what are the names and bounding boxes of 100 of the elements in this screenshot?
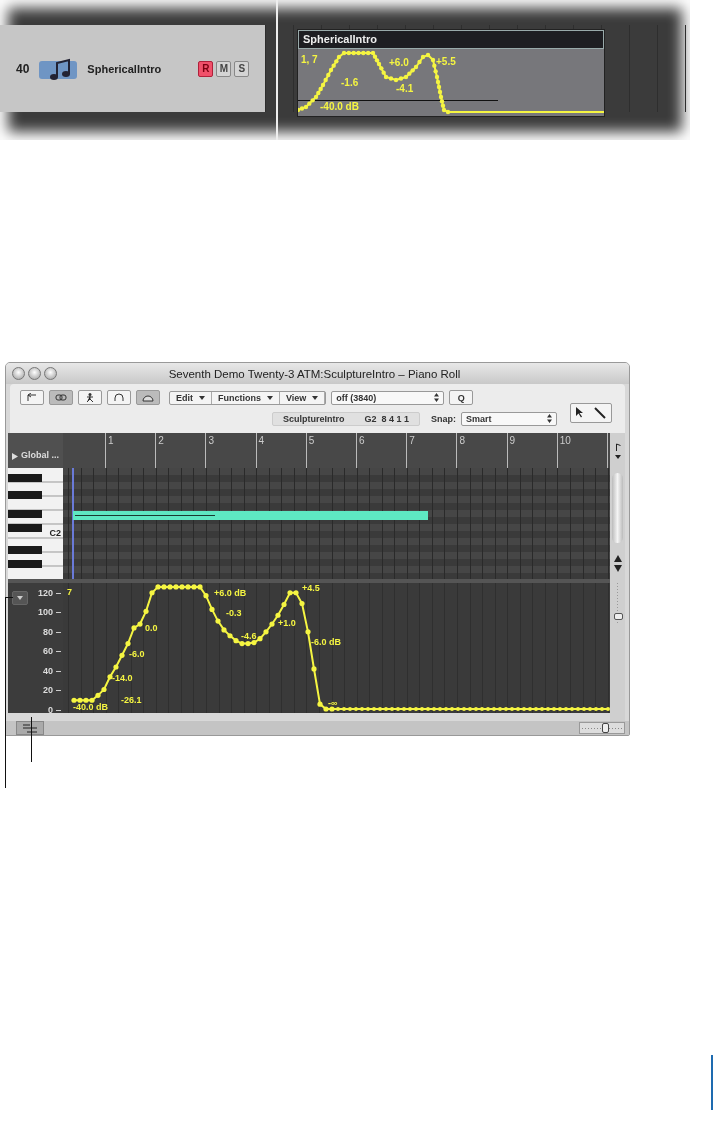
axis-tick-label: 40 [43,666,53,676]
menu-button[interactable]: Functions [212,391,280,404]
automation-point[interactable] [143,608,149,614]
automation-point[interactable] [209,606,215,612]
automation-point[interactable] [173,584,179,590]
menu-button[interactable]: Edit [170,391,212,404]
automation-value: 0.0 [145,624,158,633]
automation-point[interactable] [293,590,299,596]
automation-point[interactable] [161,584,167,590]
key-label: C2 [49,528,61,538]
automation-value: -6.0 dB [311,638,341,647]
automation-point[interactable] [95,692,101,698]
automation-point[interactable] [203,593,209,599]
automation-point[interactable] [179,584,185,590]
zoom-button[interactable] [44,367,57,380]
automation-point[interactable] [281,601,287,608]
track-toggle[interactable]: M [216,60,232,77]
automation-point[interactable] [113,664,119,670]
bar-number: 3 [208,435,214,446]
pencil-icon [594,406,607,419]
automation-value: -1.6 [341,78,359,88]
bar-number: 7 [409,435,415,446]
snap-label: Snap: [431,413,457,424]
automation-point[interactable] [101,686,107,693]
vertical-scrollbar[interactable] [610,433,625,721]
automation-point[interactable] [227,633,233,639]
scroll-thumb[interactable] [612,473,623,543]
automation-point[interactable] [83,697,89,703]
automation-point[interactable] [329,706,335,712]
automation-value: +6.0 [389,58,409,68]
automation-point[interactable] [119,652,125,658]
caret-icon [199,395,205,400]
quantize-select[interactable]: off (3840) [331,390,445,405]
caret-icon [17,596,23,600]
automation-point[interactable] [245,640,251,647]
scroll-down-arrow-icon[interactable] [613,564,622,572]
headphones-icon[interactable] [107,390,131,405]
axis-tick-label: 120 [37,588,53,598]
automation-point[interactable] [131,625,137,631]
automation-point[interactable] [287,590,293,596]
automation-value: -4.6 [241,632,257,641]
tool-selector[interactable] [570,402,613,423]
automation-point[interactable] [149,590,155,596]
window-title: Seventh Demo Twenty-3 ATM:SculptureIntro – Piano Roll [167,367,462,380]
automation-point[interactable] [185,584,191,590]
axis-tick-label: 0 [48,706,53,715]
automation-point[interactable] [317,701,323,707]
lines-icon [22,723,38,733]
automation-point[interactable] [299,600,305,607]
vertical-zoom-slider[interactable] [612,583,623,623]
automation-point[interactable] [167,584,173,590]
automation-point[interactable] [251,640,257,646]
bar-number: 1 [108,435,114,446]
zoom-slider[interactable] [579,722,625,734]
automation-point[interactable] [323,706,329,712]
automation-point[interactable] [221,627,227,633]
minimize-button[interactable] [28,367,41,380]
quantize-button[interactable]: Q [449,390,474,405]
bar-number: 9 [509,435,516,446]
automation-point[interactable] [275,612,281,618]
automation-value: -14.0 [112,674,133,683]
region[interactable]: SphericalIntro 1, 7 -1.6 +6.0 -4.1 +5.5 -40.0 dB [297,29,605,117]
automation-point[interactable] [137,621,143,627]
close-button[interactable] [12,367,25,380]
automation-point[interactable] [233,638,239,644]
scroll-up-arrow-icon[interactable] [613,554,622,562]
global-tracks-toggle[interactable]: Global ... [8,433,63,468]
meter-icon[interactable] [136,390,160,405]
automation-point[interactable] [311,666,317,672]
link-icon[interactable] [49,390,73,405]
note-grid[interactable] [63,468,610,579]
automation-point[interactable] [191,584,197,590]
automation-point[interactable] [155,584,161,590]
automation-value: -40.0 dB [320,102,359,112]
automation-point[interactable] [197,584,203,590]
automation-value: -0.3 [226,609,242,618]
menu-button[interactable]: View [280,391,326,404]
automation-point[interactable] [239,640,245,647]
caret-icon [267,395,273,400]
automation-point[interactable] [77,697,83,703]
automation-point[interactable] [107,674,113,680]
automation-point[interactable] [89,697,95,703]
automation-point[interactable] [269,621,275,627]
bar-ruler[interactable]: 1 2 3 4 5 6 7 8 9 10 [63,433,610,468]
automation-point[interactable] [257,636,263,642]
bar-number: 2 [158,435,164,446]
automation-point[interactable] [71,697,77,703]
track-toggle[interactable]: S [234,60,250,77]
caret-icon[interactable] [614,454,621,459]
bar-number: 6 [359,435,365,446]
automation-point[interactable] [263,629,269,635]
figure-icon[interactable] [78,390,102,405]
region-info-display: SculptureIntro G2 8 4 1 1 [272,411,421,426]
midi-note[interactable] [73,511,428,520]
automation-point[interactable] [305,629,311,635]
lane-toggle-button[interactable] [16,721,44,735]
automation-point[interactable] [125,640,131,647]
lane-menu-button[interactable] [12,591,28,605]
snap-select[interactable]: Smart [461,411,558,426]
automation-point[interactable] [215,618,221,624]
